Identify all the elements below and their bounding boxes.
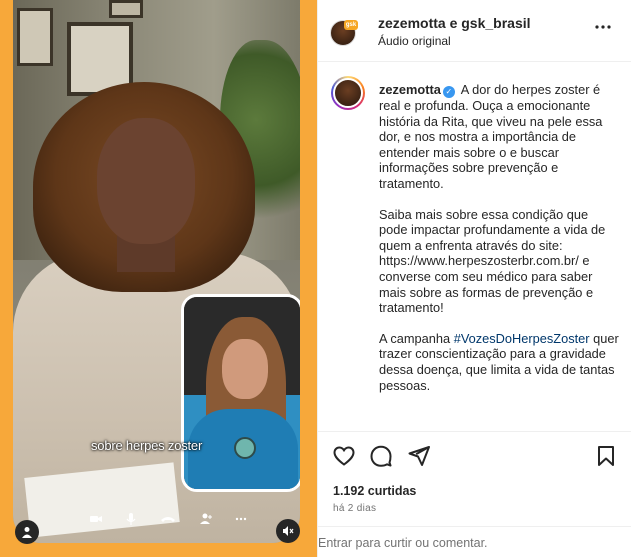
caption-paragraph: A campanha #VozesDoHerpesZoster quer tra… xyxy=(379,330,619,393)
video-subtitle: sobre herpes zoster xyxy=(91,438,203,453)
audio-label[interactable]: Áudio original xyxy=(378,34,451,48)
post-actions xyxy=(318,444,631,470)
add-person-icon xyxy=(198,512,214,528)
comment-bar: Entrar para curtir ou comentar. xyxy=(318,526,631,557)
avatar[interactable] xyxy=(331,76,365,110)
heart-icon[interactable] xyxy=(332,444,356,468)
camera-icon xyxy=(88,512,104,528)
wall-picture xyxy=(17,8,53,66)
user-tag-icon[interactable] xyxy=(15,520,39,544)
wall-picture xyxy=(109,0,143,18)
picture-in-picture-video[interactable] xyxy=(181,294,300,492)
more-icon[interactable] xyxy=(594,18,612,41)
post-authors[interactable]: zezemotta e gsk_brasil xyxy=(378,15,531,31)
post-timestamp[interactable]: há 2 dias xyxy=(333,503,376,514)
post-caption: zezemotta ✓ A dor do herpes zoster é real… xyxy=(318,62,631,432)
more-options-icon xyxy=(233,512,249,528)
bookmark-icon[interactable] xyxy=(594,444,618,468)
verified-badge-icon: ✓ xyxy=(442,86,455,98)
post-media[interactable]: sobre herpes zoster xyxy=(0,0,317,557)
caption-paragraph: A dor do herpes zoster é real e profunda… xyxy=(379,82,603,191)
post-header: gsk zezemotta e gsk_brasil Áudio origina… xyxy=(318,0,631,62)
video-player[interactable]: sobre herpes zoster xyxy=(13,0,300,543)
share-icon[interactable] xyxy=(407,444,431,468)
caption-text: zezemotta ✓ A dor do herpes zoster é real… xyxy=(379,82,619,393)
pip-speaker-face xyxy=(222,339,268,399)
hashtag-link[interactable]: #VozesDoHerpesZoster xyxy=(454,331,590,346)
hang-up-icon xyxy=(160,512,176,528)
muted-speaker-icon[interactable] xyxy=(276,519,300,543)
pendant xyxy=(234,437,256,459)
post-details-panel: gsk zezemotta e gsk_brasil Áudio origina… xyxy=(317,0,631,557)
microphone-icon xyxy=(123,512,139,528)
comment-icon[interactable] xyxy=(369,444,393,468)
call-controls xyxy=(26,506,300,538)
caption-paragraph: Saiba mais sobre essa condição que pode … xyxy=(379,206,606,316)
login-to-comment-prompt[interactable]: Entrar para curtir ou comentar. xyxy=(318,536,488,550)
speaker-face xyxy=(97,118,195,244)
like-count[interactable]: 1.192 curtidas xyxy=(333,484,416,498)
caption-username[interactable]: zezemotta xyxy=(379,82,441,97)
collab-avatar-badge: gsk xyxy=(344,20,358,30)
